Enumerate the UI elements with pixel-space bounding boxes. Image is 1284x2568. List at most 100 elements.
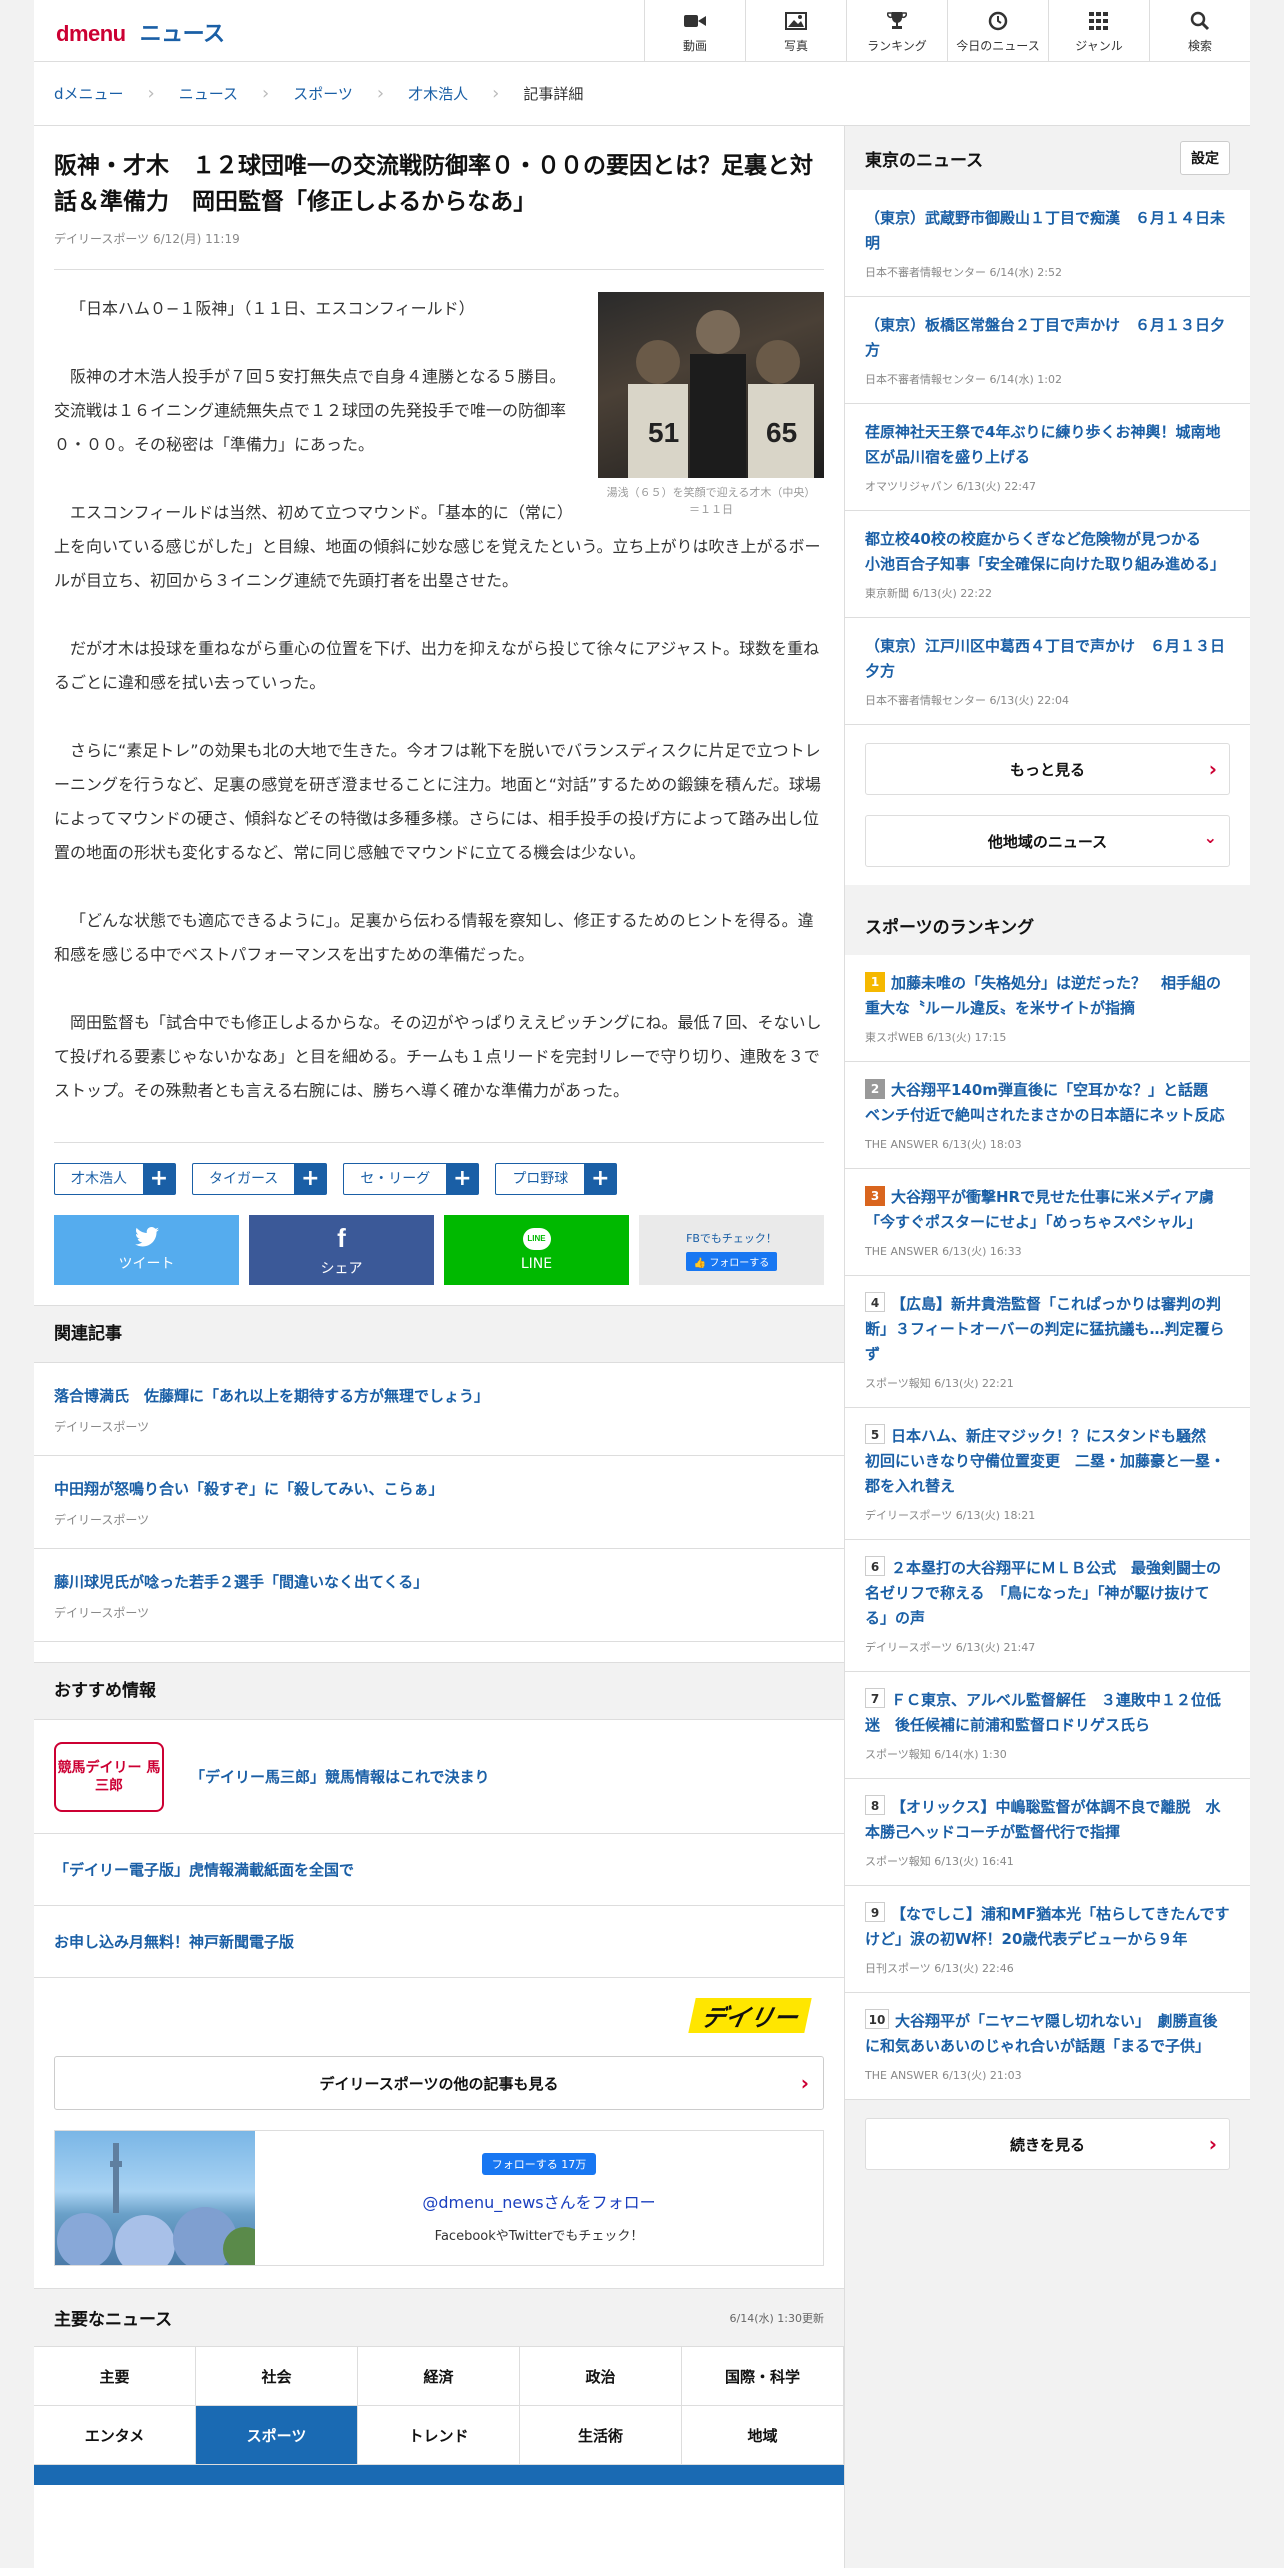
- tweet-button[interactable]: ツイート: [54, 1215, 239, 1285]
- tab-sports[interactable]: スポーツ: [196, 2406, 358, 2465]
- tokyo-news-list: （東京）武蔵野市御殿山１丁目で痴漢 ６月１４日未明 日本不審者情報センター 6/1…: [845, 190, 1250, 885]
- nav-ranking[interactable]: ランキング: [846, 0, 947, 62]
- tab-trend[interactable]: トレンド: [358, 2406, 520, 2465]
- plus-icon[interactable]: +: [584, 1164, 617, 1194]
- nav-photo[interactable]: 写真: [745, 0, 846, 62]
- nav-today[interactable]: 今日のニュース: [947, 0, 1048, 62]
- side-news-link[interactable]: （東京）武蔵野市御殿山１丁目で痴漢 ６月１４日未明: [865, 209, 1225, 252]
- facebook-share-button[interactable]: f シェア: [249, 1215, 434, 1285]
- plus-icon[interactable]: +: [446, 1164, 479, 1194]
- rank-badge: 10: [865, 2009, 889, 2029]
- nav-genre[interactable]: ジャンル: [1048, 0, 1149, 62]
- breadcrumb-sports[interactable]: スポーツ: [293, 83, 353, 104]
- facebook-icon: f: [337, 1222, 346, 1253]
- recommend-link[interactable]: 「デイリー馬三郎」競馬情報はこれで決まり: [190, 1766, 490, 1787]
- ranking-item[interactable]: 2 大谷翔平140m弾直後に「空耳かな？」と話題 ベンチ付近で絶叫されたまさかの日…: [845, 1062, 1250, 1169]
- side-news-item[interactable]: 都立校40校の校庭からくぎなど危険物が見つかる 小池百合子知事「安全確保に向けた…: [845, 511, 1250, 618]
- ranking-item[interactable]: 3 大谷翔平が衝撃HRで見せた仕事に米メディア虜「今すぐポスターにせよ」「めっちゃ…: [845, 1169, 1250, 1276]
- other-region-button[interactable]: 他地域のニュース ⌄: [865, 815, 1230, 867]
- ranking-item[interactable]: 7 ＦＣ東京、アルベル監督解任 ３連敗中１２位低迷 後任候補に前浦和監督ロドリゲス…: [845, 1672, 1250, 1779]
- tab-entertainment[interactable]: エンタメ: [34, 2406, 196, 2465]
- ranking-item[interactable]: 4 【広島】新井貴浩監督「これぱっかりは審判の判断」３フィートオーバーの判定に猛抗…: [845, 1276, 1250, 1408]
- ranking-item[interactable]: 10 大谷翔平が「ニヤニヤ隠し切れない」 劇勝直後に和気あいあいのじゃれ合いが話題…: [845, 1993, 1250, 2100]
- ranking-link[interactable]: 7 ＦＣ東京、アルベル監督解任 ３連敗中１２位低迷 後任候補に前浦和監督ロドリゲス…: [865, 1688, 1221, 1734]
- ranking-link[interactable]: 3 大谷翔平が衝撃HRで見せた仕事に米メディア虜「今すぐポスターにせよ」「めっちゃ…: [865, 1186, 1214, 1231]
- publisher-more-button[interactable]: デイリースポーツの他の記事も見る ›: [54, 2056, 824, 2110]
- side-news-link[interactable]: （東京）板橋区常盤台２丁目で声かけ ６月１３日夕方: [865, 316, 1225, 359]
- related-link[interactable]: 藤川球児氏が唸った若手２選手「間違いなく出てくる」: [54, 1570, 824, 1594]
- side-news-item[interactable]: （東京）板橋区常盤台２丁目で声かけ ６月１３日夕方 日本不審者情報センター 6/1…: [845, 297, 1250, 404]
- related-item[interactable]: 中田翔が怒鳴り合い「殺すぞ」に「殺してみい、こらぁ」 デイリースポーツ: [34, 1456, 844, 1549]
- svg-text:65: 65: [766, 417, 797, 448]
- ranking-link[interactable]: 2 大谷翔平140m弾直後に「空耳かな？」と話題 ベンチ付近で絶叫されたまさかの日…: [865, 1079, 1225, 1124]
- ranking-more-button[interactable]: 続きを見る ›: [865, 2118, 1230, 2170]
- nav-label: 写真: [783, 38, 808, 53]
- tweet-label: ツイート: [118, 1256, 175, 1272]
- line-icon: LINE: [522, 1228, 551, 1250]
- twitter-follow-link[interactable]: @dmenu_newsさんをフォロー: [422, 2189, 655, 2213]
- ranking-link[interactable]: 9 【なでしこ】浦和MF猶本光「枯らしてきたんですけど」涙の初W杯！20歳代表デビ…: [865, 1902, 1230, 1948]
- side-news-item[interactable]: 荏原神社天王祭で4年ぶりに練り歩くお神輿！城南地区が品川宿を盛り上げる オマツリジ…: [845, 404, 1250, 511]
- breadcrumb-saiki[interactable]: 才木浩人: [408, 83, 468, 104]
- related-item[interactable]: 落合博満氏 佐藤輝に「あれ以上を期待する方が無理でしょう」 デイリースポーツ: [34, 1363, 844, 1456]
- tab-region[interactable]: 地域: [682, 2406, 844, 2465]
- tag-central[interactable]: セ・リーグ +: [343, 1163, 480, 1195]
- umasaburo-logo[interactable]: 競馬デイリー 馬三郎: [54, 1741, 164, 1812]
- tag-tigers[interactable]: タイガース +: [192, 1163, 328, 1195]
- related-link[interactable]: 中田翔が怒鳴り合い「殺すぞ」に「殺してみい、こらぁ」: [54, 1477, 824, 1501]
- ranking-link[interactable]: 4 【広島】新井貴浩監督「これぱっかりは審判の判断」３フィートオーバーの判定に猛抗…: [865, 1292, 1225, 1363]
- fb-follow-button[interactable]: 👍 フォローする: [685, 1251, 778, 1271]
- tab-lifestyle[interactable]: 生活術: [520, 2406, 682, 2465]
- nav-video[interactable]: 動画: [644, 0, 745, 62]
- tab-economy[interactable]: 経済: [358, 2347, 520, 2406]
- ranking-link[interactable]: 10 大谷翔平が「ニヤニヤ隠し切れない」 劇勝直後に和気あいあいのじゃれ合いが話題…: [865, 2009, 1218, 2055]
- fb-follow-17k-button[interactable]: フォローする 17万: [481, 2152, 597, 2175]
- plus-icon[interactable]: +: [294, 1164, 327, 1194]
- rank-badge: 1: [865, 972, 885, 992]
- breadcrumb-news[interactable]: ニュース: [179, 83, 238, 104]
- tab-international[interactable]: 国際・科学: [682, 2347, 844, 2406]
- section-title[interactable]: ニュース: [140, 21, 225, 46]
- rank-badge: 2: [865, 1079, 885, 1099]
- plus-icon[interactable]: +: [143, 1164, 175, 1194]
- ranking-link[interactable]: 1 加藤未唯の「失格処分」は逆だった？ 相手組の重大な〝ルール違反〟を米サイトが指…: [865, 972, 1221, 1017]
- ranking-item[interactable]: 8 【オリックス】中嶋聡監督が体調不良で離脱 水本勝己ヘッドコーチが監督代行で指揮…: [845, 1779, 1250, 1886]
- tag-baseball[interactable]: プロ野球 +: [495, 1163, 618, 1195]
- recommend-item[interactable]: 競馬デイリー 馬三郎 「デイリー馬三郎」競馬情報はこれで決まり: [34, 1720, 844, 1834]
- tab-main[interactable]: 主要: [34, 2347, 196, 2406]
- photo-image[interactable]: 51 65: [598, 292, 824, 478]
- more-news-button[interactable]: もっと見る ›: [865, 743, 1230, 795]
- line-share-button[interactable]: LINE LINE: [444, 1215, 629, 1285]
- tab-politics[interactable]: 政治: [520, 2347, 682, 2406]
- ranking-item[interactable]: 9 【なでしこ】浦和MF猶本光「枯らしてきたんですけど」涙の初W杯！20歳代表デビ…: [845, 1886, 1250, 1993]
- recommend-link[interactable]: お申し込み月無料！神戸新聞電子版: [54, 1931, 294, 1952]
- tag-saiki[interactable]: 才木浩人 +: [54, 1163, 176, 1195]
- ranking-heading: スポーツのランキング: [865, 917, 1035, 938]
- settings-button[interactable]: 設定: [1180, 141, 1230, 175]
- breadcrumb-dmenu[interactable]: dメニュー: [54, 83, 124, 104]
- related-link[interactable]: 落合博満氏 佐藤輝に「あれ以上を期待する方が無理でしょう」: [54, 1384, 824, 1408]
- dmenu-logo[interactable]: dmenu ニュース: [56, 16, 225, 48]
- ranking-link[interactable]: 8 【オリックス】中嶋聡監督が体調不良で離脱 水本勝己ヘッドコーチが監督代行で指揮: [865, 1795, 1221, 1841]
- side-news-link[interactable]: 荏原神社天王祭で4年ぶりに練り歩くお神輿！城南地区が品川宿を盛り上げる: [865, 423, 1220, 466]
- recommend-item[interactable]: 「デイリー電子版」虎情報満載紙面を全国で: [34, 1834, 844, 1906]
- side-news-link[interactable]: 都立校40校の校庭からくぎなど危険物が見つかる 小池百合子知事「安全確保に向けた…: [865, 530, 1225, 573]
- side-news-link[interactable]: （東京）江戸川区中葛西４丁目で声かけ ６月１３日夕方: [865, 637, 1225, 680]
- side-news-item[interactable]: （東京）江戸川区中葛西４丁目で声かけ ６月１３日夕方 日本不審者情報センター 6/…: [845, 618, 1250, 725]
- article-photo[interactable]: 51 65 湯浅（６５）を笑顔で迎える才木（中央）＝１１日: [598, 292, 824, 518]
- ranking-item[interactable]: 6 ２本塁打の大谷翔平にＭＬＢ公式 最強剣闘士の名ゼリフで称える 「鳥になった」「…: [845, 1540, 1250, 1672]
- recommend-link[interactable]: 「デイリー電子版」虎情報満載紙面を全国で: [54, 1859, 354, 1880]
- tab-society[interactable]: 社会: [196, 2347, 358, 2406]
- tag-label: タイガース: [209, 1171, 279, 1187]
- major-news-heading: 主要なニュース: [54, 2310, 173, 2330]
- related-item[interactable]: 藤川球児氏が唸った若手２選手「間違いなく出てくる」 デイリースポーツ: [34, 1549, 844, 1642]
- major-news-updated: 6/14(水) 1:30更新: [729, 2311, 824, 2325]
- daily-logo[interactable]: デイリー: [688, 1998, 812, 2033]
- side-news-item[interactable]: （東京）武蔵野市御殿山１丁目で痴漢 ６月１４日未明 日本不審者情報センター 6/1…: [845, 190, 1250, 297]
- recommend-item[interactable]: お申し込み月無料！神戸新聞電子版: [34, 1906, 844, 1978]
- ranking-link[interactable]: 6 ２本塁打の大谷翔平にＭＬＢ公式 最強剣闘士の名ゼリフで称える 「鳥になった」「…: [865, 1556, 1221, 1627]
- ranking-item[interactable]: 5 日本ハム、新庄マジック！？にスタンドも騒然 初回にいきなり守備位置変更 二塁・…: [845, 1408, 1250, 1540]
- ranking-item[interactable]: 1 加藤未唯の「失格処分」は逆だった？ 相手組の重大な〝ルール違反〟を米サイトが指…: [845, 955, 1250, 1062]
- ranking-link[interactable]: 5 日本ハム、新庄マジック！？にスタンドも騒然 初回にいきなり守備位置変更 二塁・…: [865, 1424, 1225, 1495]
- nav-search[interactable]: 検索: [1149, 0, 1250, 62]
